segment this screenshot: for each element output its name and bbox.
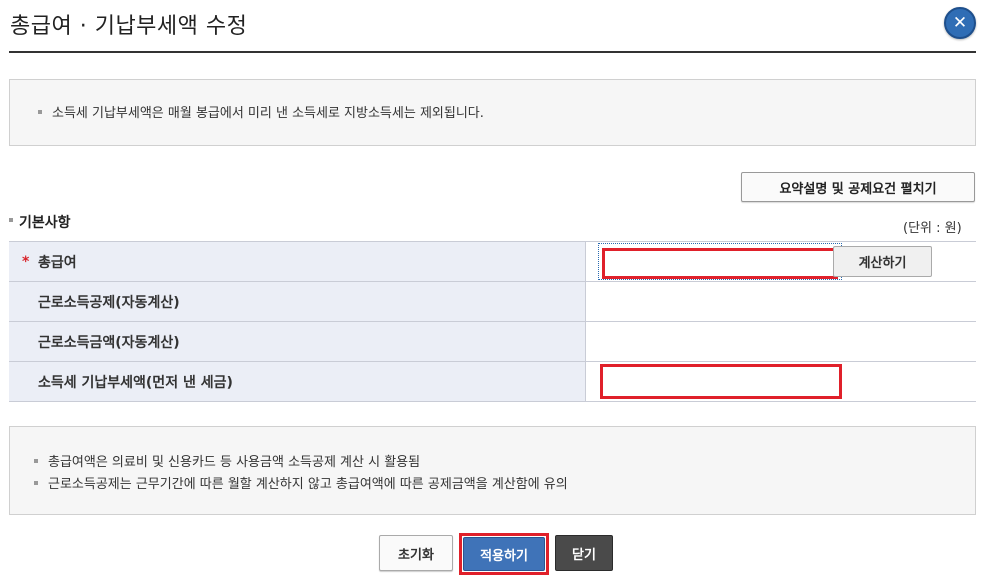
title-divider — [9, 51, 976, 53]
bottom-notice-line: 근로소득공제는 근무기간에 따른 월할 계산하지 않고 총급여액에 따른 공제금… — [34, 473, 568, 492]
reset-button[interactable]: 초기화 — [379, 535, 453, 571]
apply-button[interactable]: 적용하기 — [463, 537, 545, 571]
bottom-notice-text: 총급여액은 의료비 및 신용카드 등 사용금액 소득공제 계산 시 활용됨 — [48, 455, 421, 470]
top-notice-box: 소득세 기납부세액은 매월 봉급에서 미리 낸 소득세로 지방소득세는 제외됩니… — [9, 79, 976, 146]
row-earned-income-deduction: 근로소득공제(자동계산) — [9, 282, 976, 322]
bullet-icon — [34, 480, 38, 485]
dialog-title: 총급여 · 기납부세액 수정 — [10, 14, 248, 39]
row-label: 근로소득공제(자동계산) — [38, 294, 180, 311]
bottom-notice-box: 총급여액은 의료비 및 신용카드 등 사용금액 소득공제 계산 시 활용됨 근로… — [9, 426, 976, 515]
row-value-cell — [587, 322, 976, 361]
row-label: 총급여 — [38, 254, 77, 271]
bottom-notice-line: 총급여액은 의료비 및 신용카드 등 사용금액 소득공제 계산 시 활용됨 — [34, 451, 420, 470]
section-title: 기본사항 — [9, 212, 71, 232]
close-button[interactable]: 닫기 — [555, 535, 613, 571]
bottom-notice-text: 근로소득공제는 근무기간에 따른 월할 계산하지 않고 총급여액에 따른 공제금… — [48, 477, 568, 492]
close-icon[interactable]: ✕ — [944, 7, 976, 39]
row-label: 소득세 기납부세액(먼저 낸 세금) — [38, 374, 233, 391]
row-label: 근로소득금액(자동계산) — [38, 334, 180, 351]
row-earned-income-amount: 근로소득금액(자동계산) — [9, 322, 976, 362]
prepaid-tax-input[interactable] — [600, 364, 842, 399]
unit-label: (단위 : 원) — [903, 221, 962, 236]
bullet-icon — [34, 458, 38, 463]
bullet-icon — [38, 109, 42, 114]
row-header: 근로소득공제(자동계산) — [9, 282, 586, 321]
expand-summary-button[interactable]: 요약설명 및 공제요건 펼치기 — [741, 172, 975, 202]
top-notice-line: 소득세 기납부세액은 매월 봉급에서 미리 낸 소득세로 지방소득세는 제외됩니… — [38, 102, 484, 121]
required-mark: * — [22, 253, 30, 270]
total-salary-input[interactable] — [602, 248, 838, 279]
row-value-cell — [587, 282, 976, 321]
row-header: * 총급여 — [9, 242, 586, 281]
row-header: 소득세 기납부세액(먼저 낸 세금) — [9, 362, 586, 401]
top-notice-text: 소득세 기납부세액은 매월 봉급에서 미리 낸 소득세로 지방소득세는 제외됩니… — [52, 106, 484, 121]
bullet-icon — [9, 218, 13, 222]
row-header: 근로소득금액(자동계산) — [9, 322, 586, 361]
calculate-button[interactable]: 계산하기 — [833, 246, 932, 277]
section-title-text: 기본사항 — [19, 215, 71, 231]
